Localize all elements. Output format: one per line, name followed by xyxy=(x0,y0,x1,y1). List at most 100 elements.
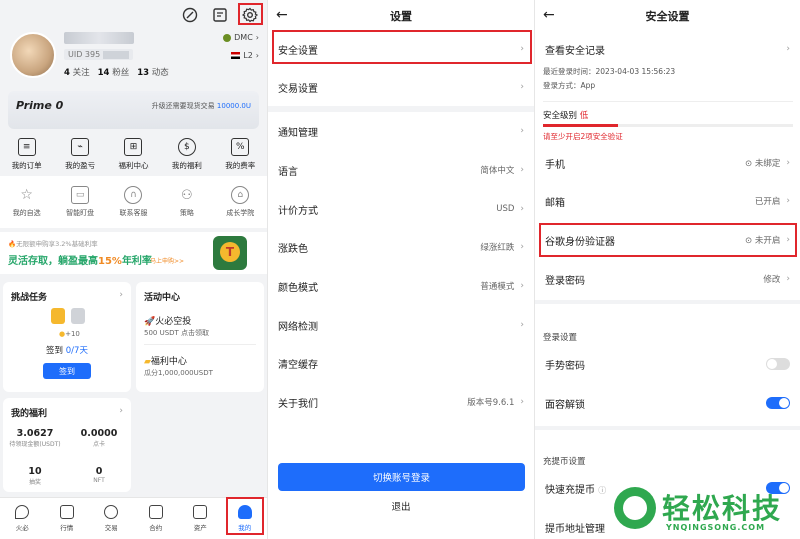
highlight-google-auth xyxy=(539,223,797,257)
settings-row-color[interactable]: 涨跌色 绿涨红跌 › xyxy=(268,228,534,266)
quick-item[interactable]: ⌁ 我的盈亏 xyxy=(55,138,105,171)
quick-label: 福利中心 xyxy=(118,161,149,170)
settings-row-cache[interactable]: 清空缓存 xyxy=(268,344,534,382)
tab-market[interactable]: 行情 xyxy=(47,505,87,532)
fans-count: 14 xyxy=(97,68,110,78)
level-bar-fill xyxy=(543,124,618,127)
tab-huobi[interactable]: 火必 xyxy=(2,505,42,532)
banner-main-b: 15% xyxy=(98,256,122,267)
security-row-face[interactable]: 面容解锁 xyxy=(535,384,800,422)
quick-item[interactable]: ⊞ 福利中心 xyxy=(108,138,158,171)
reward: ●+10 xyxy=(59,330,80,338)
settings-row-theme[interactable]: 颜色模式 普通模式 › xyxy=(268,267,534,305)
switch-account-button[interactable]: 切换账号登录 xyxy=(278,463,525,491)
banner-cta[interactable]: 马上申购>> xyxy=(150,256,184,265)
settings-row-notify[interactable]: 通知管理 › xyxy=(268,112,534,150)
challenge-title: 挑战任务 xyxy=(11,293,48,303)
security-row-password[interactable]: 登录密码 修改 › xyxy=(535,260,800,298)
level-value: 低 xyxy=(579,111,589,121)
logout-button[interactable]: 退出 xyxy=(268,499,534,513)
quick-item[interactable]: ≡ 我的订单 xyxy=(2,138,52,171)
welfare-v2: 0.0000 xyxy=(80,428,118,439)
chevron-right-icon: › xyxy=(255,51,259,60)
promo-banner[interactable]: 🔥无限额申购享3.2%基础利率 灵活存取，躺盈最高15%年利率 马上申购>> xyxy=(0,232,267,274)
tab-label: 交易 xyxy=(104,524,118,532)
secondary-label: 成长学院 xyxy=(226,209,255,217)
secondary-item[interactable]: ⚇ 策略 xyxy=(162,186,212,218)
row-label: 涨跌色 xyxy=(278,243,308,255)
back-arrow-icon[interactable]: ← xyxy=(543,7,555,23)
security-row-email[interactable]: 邮箱 已开启 › xyxy=(535,182,800,220)
security-panel: 安全设置 ← 查看安全记录 › 最近登录时间：2023-04-03 15:56:2… xyxy=(534,0,800,539)
posts-stat[interactable]: 13 动态 xyxy=(137,66,169,78)
tab-label: 合约 xyxy=(149,524,163,532)
following-label: 关注 xyxy=(72,68,90,78)
tab-assets[interactable]: 资产 xyxy=(180,505,220,532)
gift-icon: ⊞ xyxy=(124,138,143,156)
welfare-stat: 3.0627 待领现金额(USDT) xyxy=(3,428,67,448)
headset-icon: ∩ xyxy=(124,186,143,204)
activity-item1-title: 火必空投 xyxy=(155,317,192,327)
settings-row-language[interactable]: 语言 简体中文 › xyxy=(268,151,534,189)
flag-icon xyxy=(231,52,241,59)
star-icon: ☆ xyxy=(20,187,33,203)
welfare-stat: 10 抽奖 xyxy=(3,466,67,486)
quick-label: 我的福利 xyxy=(171,161,202,170)
activity-item-airdrop[interactable]: 🚀火必空投 xyxy=(144,314,191,327)
chevron-right-icon: › xyxy=(786,158,790,168)
section-charge-settings: 充提币设置 xyxy=(543,457,586,467)
security-row-gesture[interactable]: 手势密码 xyxy=(535,345,800,383)
secondary-item[interactable]: ☆ 我的自选 xyxy=(2,186,52,218)
fans-stat[interactable]: 14 粉丝 xyxy=(98,66,130,78)
tab-trade[interactable]: 交易 xyxy=(91,505,131,532)
support-icon[interactable] xyxy=(181,6,199,24)
security-record-row[interactable]: 查看安全记录 › xyxy=(535,30,800,68)
dmc-icon xyxy=(223,33,232,42)
tab-contract[interactable]: 合约 xyxy=(136,505,176,532)
row-label: 颜色模式 xyxy=(278,282,318,294)
avatar[interactable] xyxy=(10,32,56,78)
settings-row-trade[interactable]: 交易设置 › xyxy=(268,68,534,106)
profit-icon: ⌁ xyxy=(71,138,90,156)
secondary-item[interactable]: ⌂ 成长学院 xyxy=(215,186,265,218)
dmc-network[interactable]: DMC › xyxy=(223,33,259,42)
graduation-icon: ⌂ xyxy=(231,186,250,204)
security-row-phone[interactable]: 手机 ⊙ 未绑定 › xyxy=(535,144,800,182)
highlight-me-tab xyxy=(226,497,264,535)
welfare-l4: NFT xyxy=(93,477,105,484)
secondary-item[interactable]: ∩ 联系客服 xyxy=(108,186,158,218)
l2-label: L2 xyxy=(243,51,253,60)
row-value: 绿涨红跌 xyxy=(480,243,515,253)
welfare-card[interactable]: 我的福利 › 3.0627 待领现金额(USDT) 0.0000 点卡 10 抽奖 0… xyxy=(3,398,131,492)
following-stat[interactable]: 4 关注 xyxy=(64,66,90,78)
gesture-toggle[interactable] xyxy=(766,358,790,370)
secondary-item[interactable]: ▭ 智能盯盘 xyxy=(55,186,105,218)
checkin-button[interactable]: 签到 xyxy=(43,363,91,379)
uid-text: UID 395 xyxy=(68,50,101,59)
tab-label: 火必 xyxy=(15,524,29,532)
settings-row-network[interactable]: 网络检测 › xyxy=(268,306,534,344)
uid-badge[interactable]: UID 395 xyxy=(64,49,134,60)
prime-card[interactable]: Prime 0 升级还需要现货交易 10000.0U xyxy=(8,91,259,129)
banner-main: 灵活存取，躺盈最高15%年利率 xyxy=(8,252,152,267)
quick-item[interactable]: % 我的费率 xyxy=(215,138,265,171)
back-arrow-icon[interactable]: ← xyxy=(276,7,288,23)
info-icon[interactable]: ⓘ xyxy=(598,486,606,495)
activity-item-welfare[interactable]: ▰福利中心 xyxy=(144,354,187,367)
message-icon[interactable] xyxy=(211,6,229,24)
watermark-logo-icon xyxy=(614,487,656,529)
challenge-card[interactable]: 挑战任务 › ●+10 签到 0/7天 签到 xyxy=(3,282,131,392)
row-label: 交易设置 xyxy=(278,83,318,95)
chevron-right-icon: › xyxy=(520,165,524,175)
page-title: 设置 xyxy=(390,10,412,23)
page-title: 安全设置 xyxy=(645,10,690,23)
row-label: 手势密码 xyxy=(545,360,585,372)
watermark: 轻松科技 YNQINGSONG.COM xyxy=(614,485,794,535)
quick-item[interactable]: $ 我的福利 xyxy=(162,138,212,171)
l2-network[interactable]: L2 › xyxy=(231,51,259,60)
section-login-settings: 登录设置 xyxy=(543,333,578,343)
face-toggle[interactable] xyxy=(766,397,790,409)
checkin-status: 签到 0/7天 xyxy=(3,344,131,356)
settings-row-about[interactable]: 关于我们 版本号9.6.1 › xyxy=(268,383,534,421)
settings-row-currency[interactable]: 计价方式 USD › xyxy=(268,190,534,228)
